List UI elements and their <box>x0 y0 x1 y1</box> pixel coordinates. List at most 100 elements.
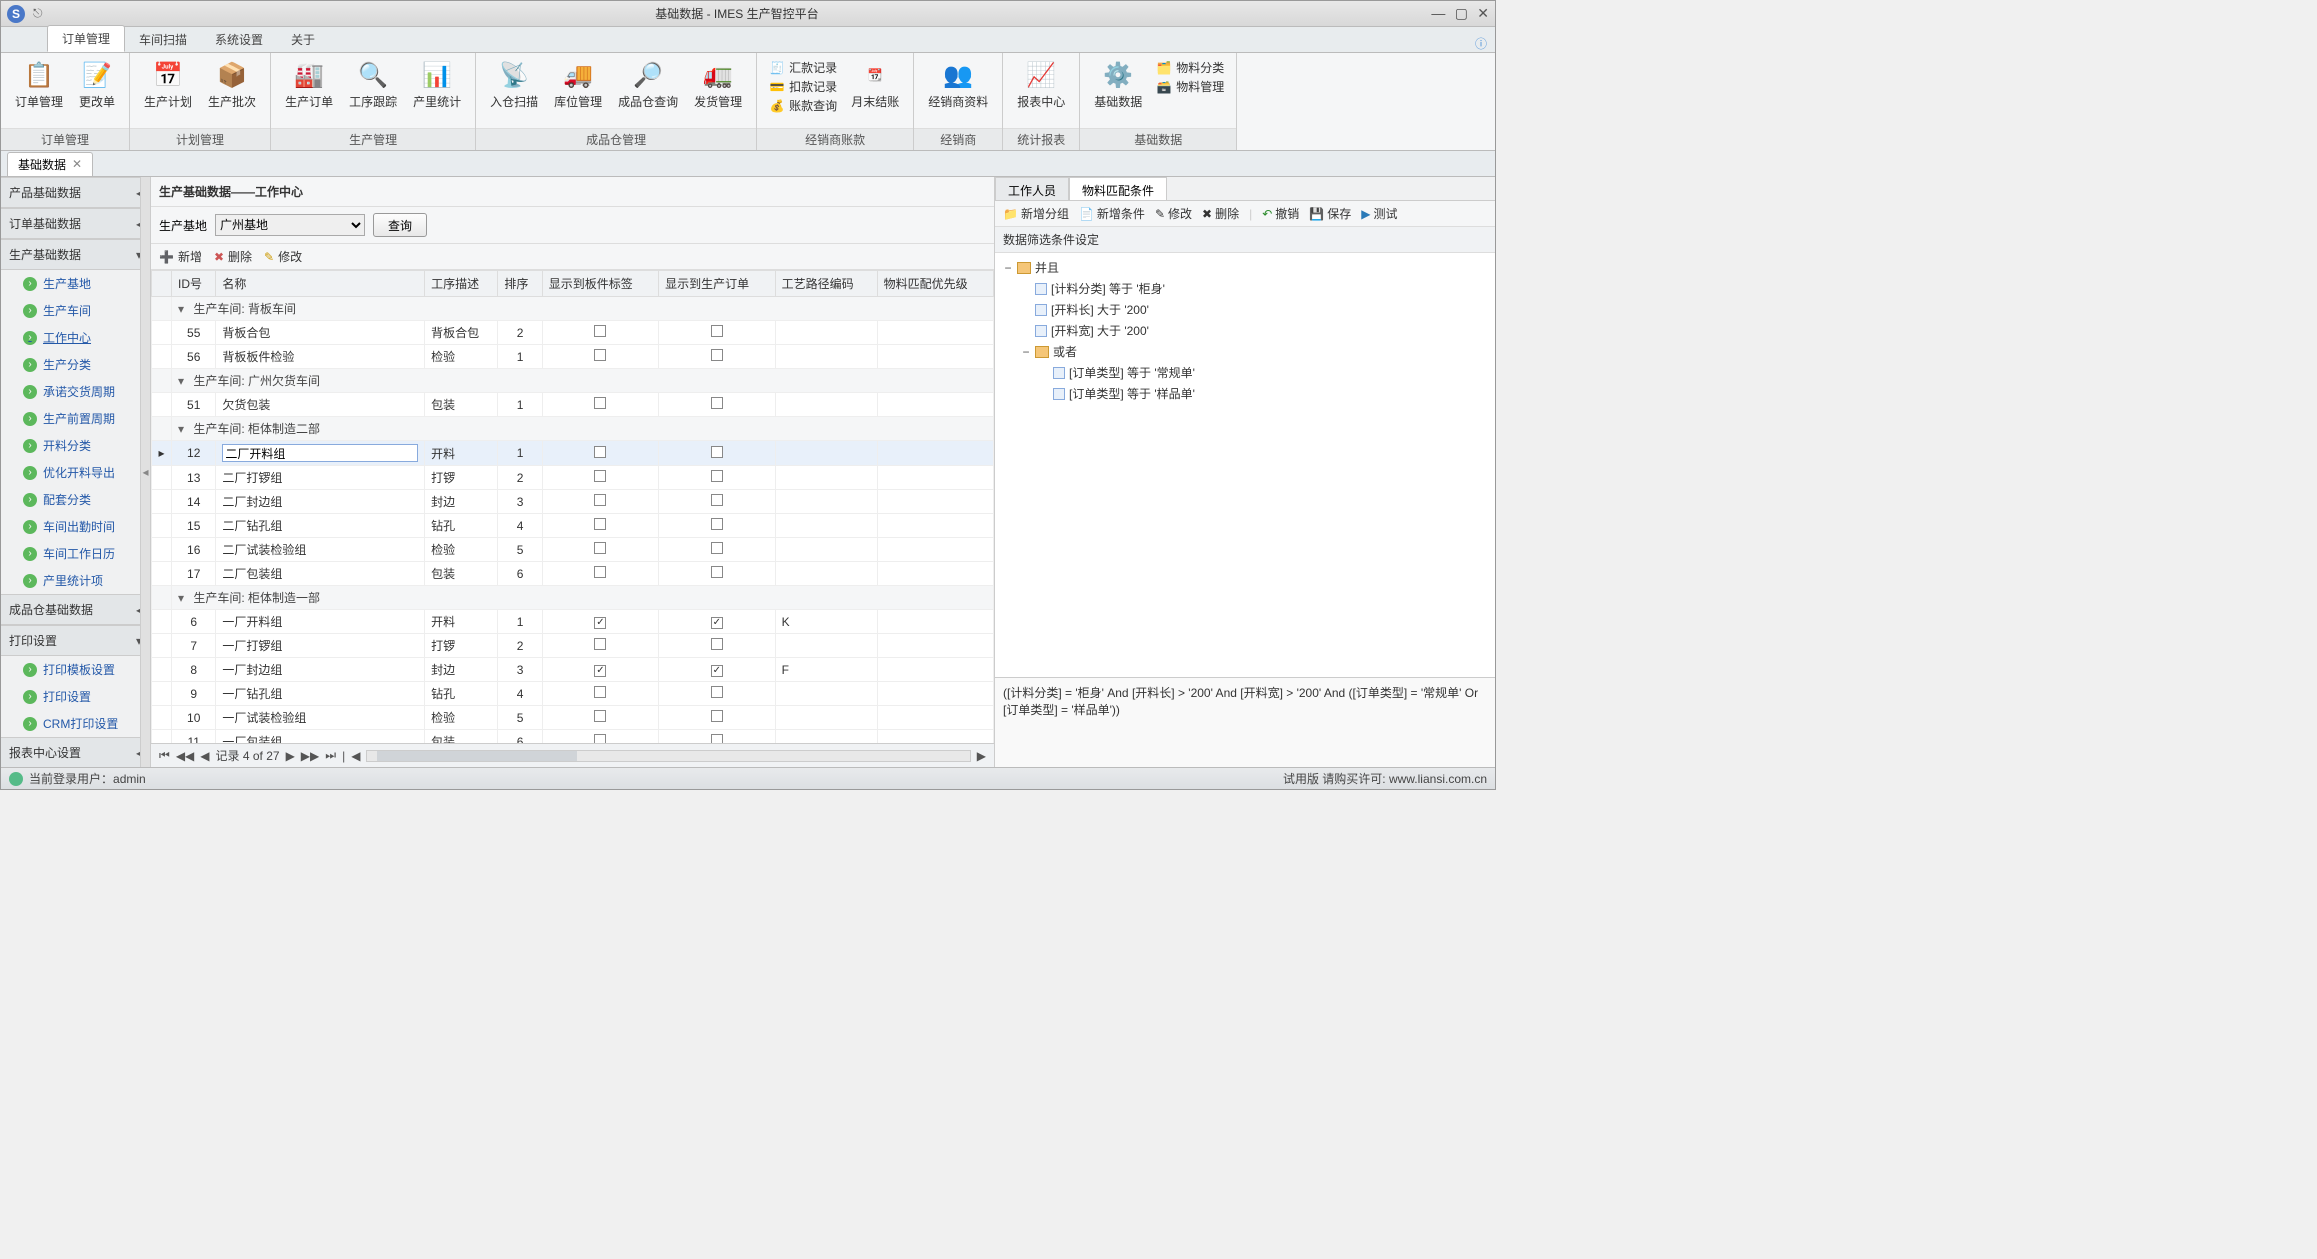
maximize-button[interactable]: ▢ <box>1455 5 1468 21</box>
checkbox-tag[interactable] <box>594 446 606 458</box>
checkbox-tag[interactable] <box>594 710 606 722</box>
table-row[interactable]: ▸12开料1 <box>152 441 994 466</box>
nav-collapse-handle[interactable]: ◂ <box>140 177 150 767</box>
checkbox-order[interactable] <box>711 734 723 743</box>
table-row[interactable]: 8一厂封边组封边3F <box>152 658 994 682</box>
ribbon-item[interactable]: 👥经销商资料 <box>920 57 996 112</box>
column-header[interactable]: 物料匹配优先级 <box>877 271 993 297</box>
menu-tab-orders[interactable]: 订单管理 <box>47 25 125 52</box>
tree-node[interactable]: −并且 <box>999 257 1491 278</box>
table-row[interactable]: 55背板合包背板合包2 <box>152 321 994 345</box>
nav-section-header[interactable]: 报表中心设置◂ <box>1 737 150 767</box>
menu-tab-scan[interactable]: 车间扫描 <box>125 27 201 52</box>
ribbon-item[interactable]: 🚛发货管理 <box>686 57 750 112</box>
name-input[interactable] <box>222 444 418 462</box>
table-row[interactable]: 17二厂包装组包装6 <box>152 562 994 586</box>
remove-button[interactable]: ✖ 删除 <box>1202 205 1239 222</box>
menu-tab-settings[interactable]: 系统设置 <box>201 27 277 52</box>
edit-button[interactable]: ✎修改 <box>264 248 302 265</box>
minimize-button[interactable]: — <box>1431 5 1445 21</box>
checkbox-tag[interactable] <box>594 542 606 554</box>
nav-item[interactable]: ›开料分类 <box>1 432 150 459</box>
nav-item[interactable]: ›工作中心 <box>1 324 150 351</box>
checkbox-tag[interactable] <box>594 325 606 337</box>
pager-scroll-right[interactable]: ▶ <box>977 749 986 763</box>
checkbox-tag[interactable] <box>594 349 606 361</box>
pager-first[interactable]: ⏮ <box>159 748 170 763</box>
checkbox-order[interactable] <box>711 542 723 554</box>
table-row[interactable]: 15二厂钻孔组钻孔4 <box>152 514 994 538</box>
ribbon-item[interactable]: 🔍工序跟踪 <box>341 57 405 112</box>
grid-wrapper[interactable]: ID号名称工序描述排序显示到板件标签显示到生产订单工艺路径编码物料匹配优先级 ▾… <box>151 270 994 743</box>
expand-icon[interactable]: ▾ <box>178 374 190 388</box>
expand-icon[interactable]: ▾ <box>178 302 190 316</box>
checkbox-tag[interactable] <box>594 566 606 578</box>
checkbox-tag[interactable] <box>594 734 606 743</box>
close-icon[interactable]: ✕ <box>72 157 82 171</box>
nav-item[interactable]: ›承诺交货周期 <box>1 378 150 405</box>
tree-node[interactable]: −或者 <box>999 341 1491 362</box>
base-select[interactable]: 广州基地 <box>215 214 365 236</box>
checkbox-tag[interactable] <box>594 518 606 530</box>
nav-item[interactable]: ›生产车间 <box>1 297 150 324</box>
checkbox-order[interactable] <box>711 665 723 677</box>
ribbon-item[interactable]: 📦生产批次 <box>200 57 264 112</box>
ribbon-item[interactable]: 📈报表中心 <box>1009 57 1073 112</box>
column-header[interactable]: 名称 <box>216 271 425 297</box>
checkbox-order[interactable] <box>711 446 723 458</box>
tree-node[interactable]: [计料分类] 等于 '柜身' <box>999 278 1491 299</box>
group-row[interactable]: ▾ 生产车间: 柜体制造一部 <box>152 586 994 610</box>
nav-item[interactable]: ›CRM打印设置 <box>1 710 150 737</box>
ribbon-small-item[interactable]: 🗂️物料分类 <box>1156 59 1224 76</box>
delete-button[interactable]: ✖删除 <box>214 248 252 265</box>
table-row[interactable]: 6一厂开料组开料1K <box>152 610 994 634</box>
tree-node[interactable]: [开料长] 大于 '200' <box>999 299 1491 320</box>
ribbon-item[interactable]: 📡入仓扫描 <box>482 57 546 112</box>
ribbon-item[interactable]: 📝更改单 <box>71 57 123 112</box>
nav-section-header[interactable]: 成品仓基础数据◂ <box>1 594 150 625</box>
pager-prev-page[interactable]: ◀◀ <box>176 749 194 763</box>
nav-section-header[interactable]: 产品基础数据◂ <box>1 177 150 208</box>
pager-prev[interactable]: ◀ <box>200 749 209 763</box>
ribbon-item[interactable]: 📆月末结账 <box>843 57 907 112</box>
tree-node[interactable]: [订单类型] 等于 '常规单' <box>999 362 1491 383</box>
table-row[interactable]: 11一厂包装组包装6 <box>152 730 994 744</box>
checkbox-order[interactable] <box>711 617 723 629</box>
checkbox-order[interactable] <box>711 494 723 506</box>
nav-item[interactable]: ›优化开料导出 <box>1 459 150 486</box>
query-button[interactable]: 查询 <box>373 213 427 237</box>
column-header[interactable]: 排序 <box>498 271 542 297</box>
checkbox-order[interactable] <box>711 518 723 530</box>
ribbon-item[interactable]: ⚙️基础数据 <box>1086 57 1150 112</box>
group-row[interactable]: ▾ 生产车间: 背板车间 <box>152 297 994 321</box>
pager-scroll-left[interactable]: ◀ <box>351 749 360 763</box>
quick-icon[interactable]: ⎋ <box>33 6 43 21</box>
nav-section-header[interactable]: 订单基础数据◂ <box>1 208 150 239</box>
ribbon-item[interactable]: 📅生产计划 <box>136 57 200 112</box>
undo-button[interactable]: ↶ 撤销 <box>1262 205 1299 222</box>
twisty-icon[interactable]: − <box>1021 345 1031 359</box>
column-header[interactable]: 显示到板件标签 <box>542 271 658 297</box>
cond-tree[interactable]: −并且[计料分类] 等于 '柜身'[开料长] 大于 '200'[开料宽] 大于 … <box>995 253 1495 677</box>
table-row[interactable]: 51欠货包装包装1 <box>152 393 994 417</box>
save-button[interactable]: 💾 保存 <box>1309 205 1351 222</box>
checkbox-tag[interactable] <box>594 470 606 482</box>
pager-next[interactable]: ▶ <box>286 749 295 763</box>
menu-tab-about[interactable]: 关于 <box>277 27 329 52</box>
column-header[interactable]: 工序描述 <box>425 271 498 297</box>
checkbox-order[interactable] <box>711 566 723 578</box>
nav-item[interactable]: ›生产基地 <box>1 270 150 297</box>
pager-next-page[interactable]: ▶▶ <box>301 749 319 763</box>
tab-staff[interactable]: 工作人员 <box>995 177 1069 200</box>
table-row[interactable]: 10一厂试装检验组检验5 <box>152 706 994 730</box>
checkbox-tag[interactable] <box>594 617 606 629</box>
group-row[interactable]: ▾ 生产车间: 柜体制造二部 <box>152 417 994 441</box>
close-button[interactable]: ✕ <box>1477 5 1489 21</box>
nav-item[interactable]: ›产里统计项 <box>1 567 150 594</box>
checkbox-tag[interactable] <box>594 494 606 506</box>
checkbox-order[interactable] <box>711 638 723 650</box>
checkbox-order[interactable] <box>711 397 723 409</box>
ribbon-item[interactable]: 🔎成品仓查询 <box>610 57 686 112</box>
group-row[interactable]: ▾ 生产车间: 广州欠货车间 <box>152 369 994 393</box>
ribbon-item[interactable]: 📋订单管理 <box>7 57 71 112</box>
